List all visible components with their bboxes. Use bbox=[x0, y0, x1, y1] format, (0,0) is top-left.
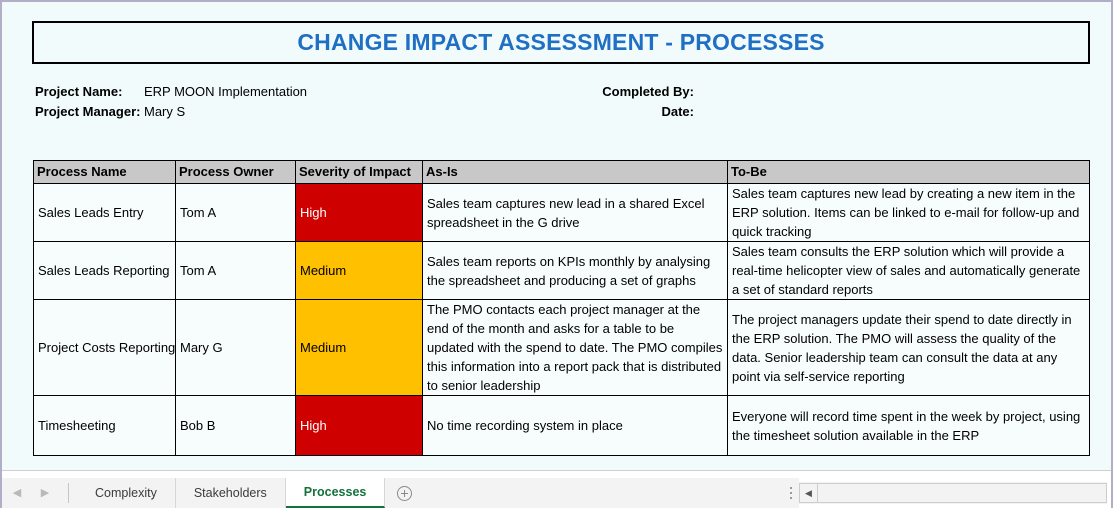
scrollbar-drag-handle[interactable] bbox=[783, 478, 799, 508]
column-header-to-be: To-Be bbox=[727, 160, 1090, 184]
completed-by-label: Completed By: bbox=[602, 84, 694, 99]
sheet-nav-divider bbox=[68, 483, 69, 503]
meta-row-project-name: Project Name: ERP MOON Implementation Co… bbox=[2, 82, 1111, 102]
plus-circle-icon bbox=[396, 485, 412, 501]
column-header-process-name: Process Name bbox=[33, 160, 176, 184]
scrollbar-track[interactable] bbox=[818, 483, 1107, 503]
column-header-process-owner: Process Owner bbox=[175, 160, 296, 184]
sheet-tab-stakeholders[interactable]: Stakeholders bbox=[175, 478, 286, 508]
spreadsheet-canvas: CHANGE IMPACT ASSESSMENT - PROCESSES Pro… bbox=[2, 2, 1111, 472]
tab-bar-filler bbox=[423, 478, 783, 508]
drag-dot bbox=[790, 497, 792, 499]
scroll-left-icon[interactable]: ◀ bbox=[799, 483, 818, 503]
table-row: Sales Leads Entry Tom A High Sales team cap… bbox=[33, 183, 1090, 242]
cell-process-owner: Mary G bbox=[175, 299, 296, 396]
cell-process-name: Sales Leads Reporting bbox=[33, 241, 176, 300]
cell-severity-high: High bbox=[295, 183, 423, 242]
next-sheet-icon[interactable]: ▶ bbox=[38, 486, 52, 500]
column-header-as-is: As-Is bbox=[422, 160, 728, 184]
table-header: Process Name Process Owner Severity of I… bbox=[33, 160, 1090, 184]
sheet-tab-processes[interactable]: Processes bbox=[285, 478, 386, 508]
previous-sheet-icon[interactable]: ◀ bbox=[10, 486, 24, 500]
cell-process-owner: Bob B bbox=[175, 395, 296, 456]
cell-severity-medium: Medium bbox=[295, 241, 423, 300]
cell-severity-high: High bbox=[295, 395, 423, 456]
table-row: Timesheeting Bob B High No time recording s… bbox=[33, 395, 1090, 456]
cell-to-be: Sales team captures new lead by creating… bbox=[727, 183, 1090, 242]
cell-to-be: Everyone will record time spent in the w… bbox=[727, 395, 1090, 456]
drag-dot bbox=[790, 492, 792, 494]
project-name-value: ERP MOON Implementation bbox=[144, 84, 308, 99]
project-manager-value: Mary S bbox=[144, 104, 186, 119]
table-row: Project Costs Reporting Mary G Medium The P… bbox=[33, 299, 1090, 396]
column-header-severity: Severity of Impact bbox=[295, 160, 423, 184]
change-impact-table: Process Name Process Owner Severity of I… bbox=[33, 160, 1090, 456]
drag-dot bbox=[790, 487, 792, 489]
date-label: Date: bbox=[661, 104, 694, 119]
cell-as-is: The PMO contacts each project manager at… bbox=[422, 299, 728, 396]
cell-to-be: The project managers update their spend … bbox=[727, 299, 1090, 396]
cell-to-be: Sales team consults the ERP solution whi… bbox=[727, 241, 1090, 300]
add-sheet-button[interactable] bbox=[385, 478, 424, 508]
cell-as-is: Sales team reports on KPIs monthly by an… bbox=[422, 241, 728, 300]
project-meta: Project Name: ERP MOON Implementation Co… bbox=[2, 82, 1111, 122]
cell-as-is: No time recording system in place bbox=[422, 395, 728, 456]
table-header-row: Process Name Process Owner Severity of I… bbox=[33, 160, 1090, 184]
horizontal-scrollbar[interactable]: ◀ bbox=[799, 482, 1107, 504]
sheet-tab-complexity[interactable]: Complexity bbox=[77, 478, 176, 508]
cell-process-name: Timesheeting bbox=[33, 395, 176, 456]
cell-process-owner: Tom A bbox=[175, 183, 296, 242]
cell-process-name: Project Costs Reporting bbox=[33, 299, 176, 396]
sheet-tab-bar: ◀ ▶ Complexity Stakeholders Processes ◀ bbox=[2, 470, 1111, 508]
cell-as-is: Sales team captures new lead in a shared… bbox=[422, 183, 728, 242]
table-body: Sales Leads Entry Tom A High Sales team cap… bbox=[33, 183, 1090, 456]
page-title: CHANGE IMPACT ASSESSMENT - PROCESSES bbox=[297, 29, 825, 55]
project-name-label: Project Name: bbox=[35, 84, 123, 99]
table-row: Sales Leads Reporting Tom A Medium Sales te… bbox=[33, 241, 1090, 300]
meta-row-project-manager: Project Manager: Mary S Date: bbox=[2, 102, 1111, 122]
cell-process-name: Sales Leads Entry bbox=[33, 183, 176, 242]
cell-severity-medium: Medium bbox=[295, 299, 423, 396]
project-manager-label: Project Manager: bbox=[35, 104, 141, 119]
title-banner: CHANGE IMPACT ASSESSMENT - PROCESSES bbox=[32, 21, 1090, 64]
sheet-nav-controls: ◀ ▶ bbox=[2, 478, 77, 508]
sheet-tab-list: Complexity Stakeholders Processes bbox=[77, 478, 386, 508]
cell-process-owner: Tom A bbox=[175, 241, 296, 300]
